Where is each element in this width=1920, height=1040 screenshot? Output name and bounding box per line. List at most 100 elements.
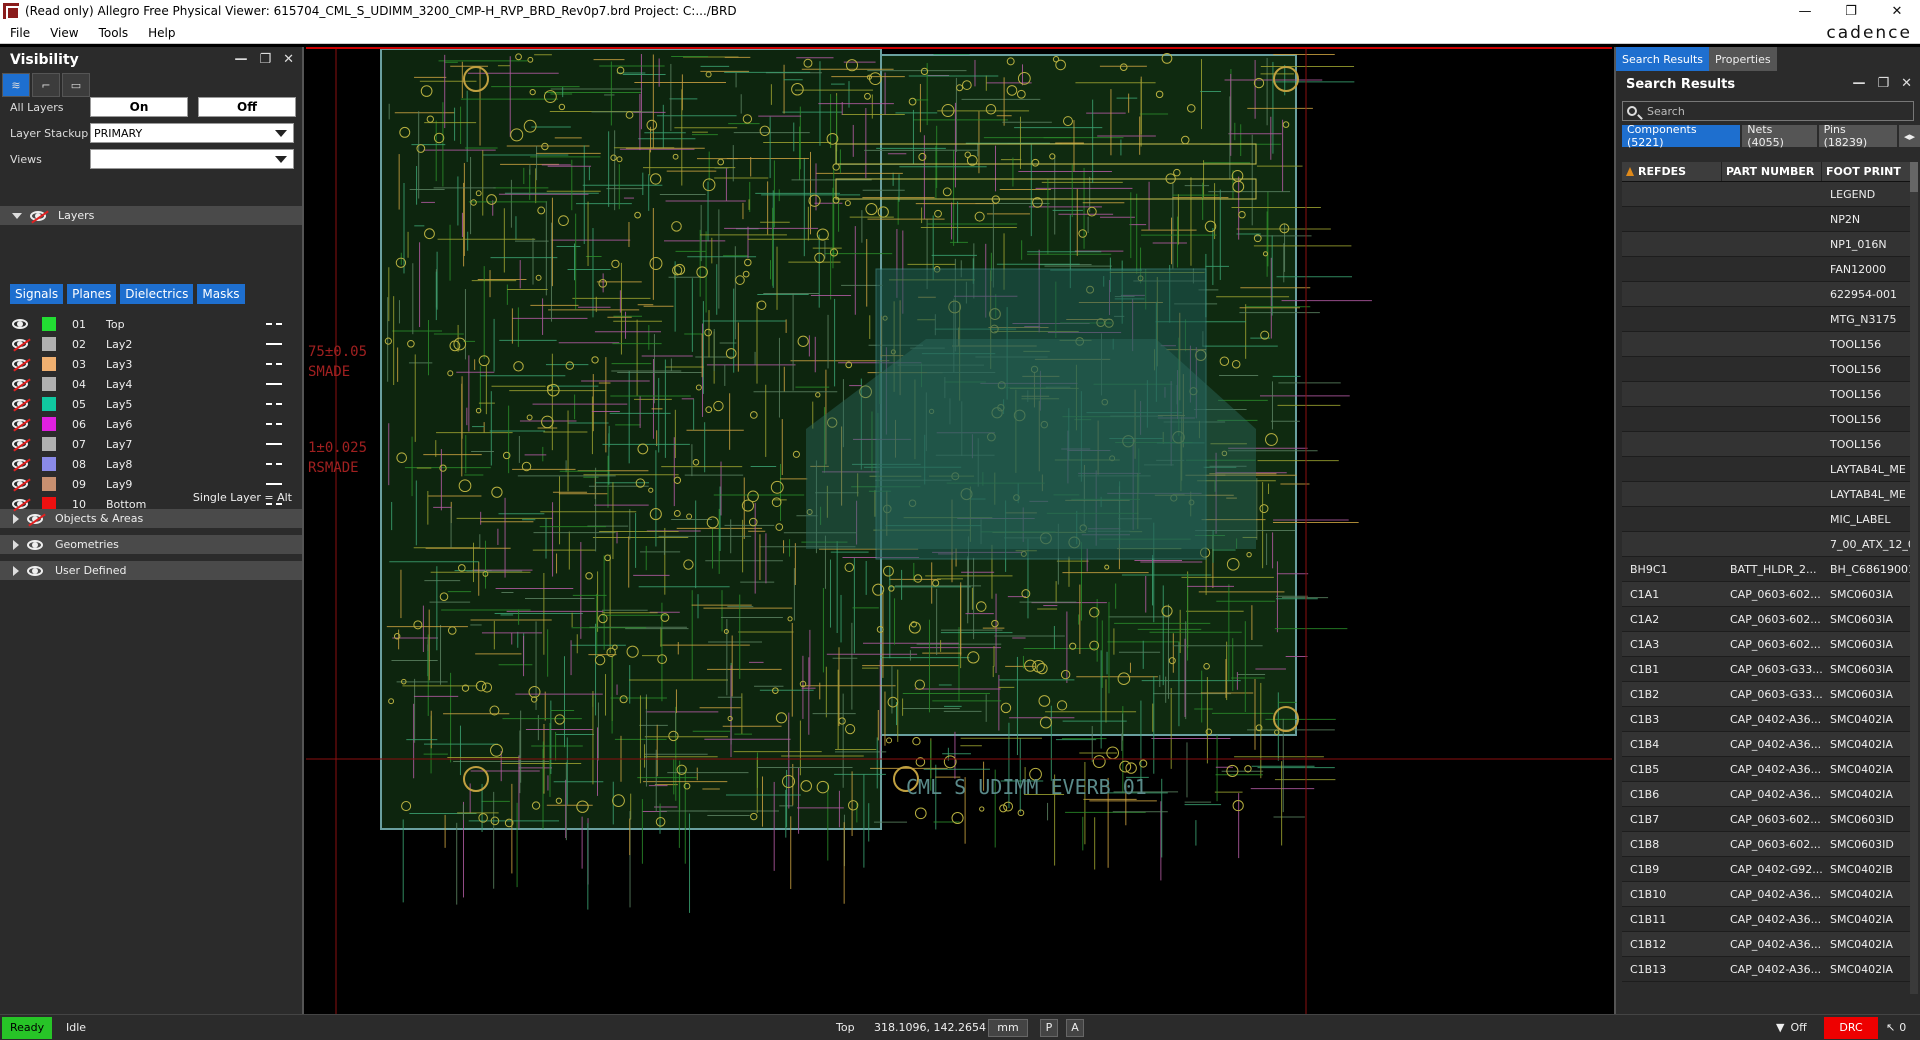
table-row[interactable]: C1A1 CAP_0603-602... SMC0603IA [1622, 582, 1912, 607]
table-row[interactable]: TOOL156 [1622, 382, 1912, 407]
table-row[interactable]: C1B2 CAP_0603-G33... SMC0603IA [1622, 682, 1912, 707]
eye-off-icon[interactable] [12, 459, 28, 469]
tab-components[interactable]: Components (5221) [1622, 123, 1741, 149]
line-style-icon[interactable] [266, 443, 282, 445]
menu-file[interactable]: File [0, 26, 40, 40]
layer-row[interactable]: 04 Lay4 [12, 374, 292, 394]
geometries-section[interactable]: Geometries [0, 535, 302, 554]
table-row[interactable]: NP1_016N [1622, 232, 1912, 257]
table-row[interactable]: C1B8 CAP_0603-602... SMC0603ID [1622, 832, 1912, 857]
filter-signals[interactable]: Signals [10, 284, 64, 304]
eye-icon[interactable] [12, 319, 28, 329]
line-style-icon[interactable] [266, 483, 282, 485]
filter-dielectrics[interactable]: Dielectrics [120, 284, 194, 304]
layer-color-swatch[interactable] [42, 397, 56, 411]
layer-stackup-select[interactable]: PRIMARY [90, 123, 294, 143]
table-row[interactable]: LEGEND [1622, 182, 1912, 207]
layer-row[interactable]: 03 Lay3 [12, 354, 292, 374]
routing-tab-icon[interactable]: ⌐ [32, 73, 60, 97]
results-scrollbar[interactable] [1910, 162, 1918, 994]
user-defined-section[interactable]: User Defined [0, 561, 302, 580]
layers-tab-icon[interactable]: ≋ [2, 73, 30, 97]
layer-row[interactable]: 06 Lay6 [12, 414, 292, 434]
table-row[interactable]: 7_00_ATX_12_0 [1622, 532, 1912, 557]
filter-planes[interactable]: Planes [67, 284, 117, 304]
table-row[interactable]: C1B5 CAP_0402-A36... SMC0402IA [1622, 757, 1912, 782]
objects-areas-section[interactable]: Objects & Areas [0, 509, 302, 528]
column-part-number[interactable]: PART NUMBER [1722, 162, 1822, 181]
line-style-icon[interactable] [266, 423, 282, 425]
table-row[interactable]: LAYTAB4L_ME [1622, 457, 1912, 482]
eye-off-icon[interactable] [12, 419, 28, 429]
eye-off-icon[interactable] [12, 499, 28, 509]
table-row[interactable]: C1B7 CAP_0603-602... SMC0603ID [1622, 807, 1912, 832]
table-row[interactable]: C1B10 CAP_0402-A36... SMC0402IA [1622, 882, 1912, 907]
layers-section-header[interactable]: Layers [0, 206, 302, 225]
layer-row[interactable]: 07 Lay7 [12, 434, 292, 454]
line-style-icon[interactable] [266, 323, 282, 325]
table-row[interactable]: TOOL156 [1622, 432, 1912, 457]
table-row[interactable]: MTG_N3175 [1622, 307, 1912, 332]
table-row[interactable]: C1B4 CAP_0402-A36... SMC0402IA [1622, 732, 1912, 757]
layer-color-swatch[interactable] [42, 457, 56, 471]
table-row[interactable]: C1B1 CAP_0603-G33... SMC0603IA [1622, 657, 1912, 682]
table-row[interactable]: C1A3 CAP_0603-602... SMC0603IA [1622, 632, 1912, 657]
layer-color-swatch[interactable] [42, 477, 56, 491]
line-style-icon[interactable] [266, 383, 282, 385]
minimize-button[interactable]: — [1782, 0, 1828, 22]
table-row[interactable]: C1B11 CAP_0402-A36... SMC0402IA [1622, 907, 1912, 932]
layer-color-swatch[interactable] [42, 337, 56, 351]
layer-color-swatch[interactable] [42, 437, 56, 451]
table-row[interactable]: C1B6 CAP_0402-A36... SMC0402IA [1622, 782, 1912, 807]
column-footprint[interactable]: FOOT PRINT [1822, 162, 1912, 181]
table-row[interactable]: C1B12 CAP_0402-A36... SMC0402IA [1622, 932, 1912, 957]
menu-tools[interactable]: Tools [89, 26, 139, 40]
eye-off-icon[interactable] [12, 359, 28, 369]
close-button[interactable]: ✕ [1874, 0, 1920, 22]
table-row[interactable]: FAN12000 [1622, 257, 1912, 282]
panel-close-icon[interactable]: ✕ [1901, 76, 1912, 91]
panel-float-icon[interactable]: ❐ [1877, 76, 1889, 91]
layer-color-swatch[interactable] [42, 377, 56, 391]
line-style-icon[interactable] [266, 403, 282, 405]
menu-view[interactable]: View [40, 26, 88, 40]
search-input[interactable]: Search [1622, 101, 1914, 121]
eye-off-icon[interactable] [12, 439, 28, 449]
layer-row[interactable]: 08 Lay8 [12, 454, 292, 474]
table-row[interactable]: C1A2 CAP_0603-602... SMC0603IA [1622, 607, 1912, 632]
layer-color-swatch[interactable] [42, 417, 56, 431]
table-row[interactable]: MIC_LABEL [1622, 507, 1912, 532]
tab-pins[interactable]: Pins (18239) [1818, 123, 1897, 149]
column-refdes[interactable]: REFDES [1622, 162, 1722, 181]
table-row[interactable]: C1B3 CAP_0402-A36... SMC0402IA [1622, 707, 1912, 732]
line-style-icon[interactable] [266, 463, 282, 465]
eye-off-icon[interactable] [30, 210, 46, 221]
table-row[interactable]: TOOL156 [1622, 357, 1912, 382]
eye-icon[interactable] [27, 539, 43, 550]
line-style-icon[interactable] [266, 343, 282, 345]
table-row[interactable]: TOOL156 [1622, 407, 1912, 432]
filter-status[interactable]: ▼ Off [1776, 1021, 1807, 1034]
tabs-scroll-icon[interactable]: ◂▸ [1898, 125, 1920, 147]
panel-minimize-icon[interactable]: — [1852, 76, 1865, 91]
panel-float-icon[interactable]: ❐ [259, 52, 271, 67]
eye-off-icon[interactable] [12, 339, 28, 349]
drc-button[interactable]: DRC [1824, 1016, 1878, 1039]
all-layers-on-button[interactable]: On [90, 97, 188, 117]
eye-off-icon[interactable] [12, 479, 28, 489]
layer-row[interactable]: 01 Top [12, 314, 292, 334]
layer-color-swatch[interactable] [42, 317, 56, 331]
eye-off-icon[interactable] [12, 399, 28, 409]
tab-search-results[interactable]: Search Results [1616, 47, 1710, 71]
tab-properties[interactable]: Properties [1709, 47, 1777, 71]
table-row[interactable]: TOOL156 [1622, 332, 1912, 357]
panel-minimize-icon[interactable]: — [234, 52, 247, 67]
table-row[interactable]: LAYTAB4L_ME [1622, 482, 1912, 507]
table-row[interactable]: C1B13 CAP_0402-A36... SMC0402IA [1622, 957, 1912, 982]
layer-row[interactable]: 05 Lay5 [12, 394, 292, 414]
table-row[interactable]: 622954-001 [1622, 282, 1912, 307]
p-button[interactable]: P [1040, 1018, 1058, 1037]
scrollbar-thumb[interactable] [1910, 162, 1918, 192]
eye-icon[interactable] [27, 565, 43, 576]
maximize-button[interactable]: ❐ [1828, 0, 1874, 22]
